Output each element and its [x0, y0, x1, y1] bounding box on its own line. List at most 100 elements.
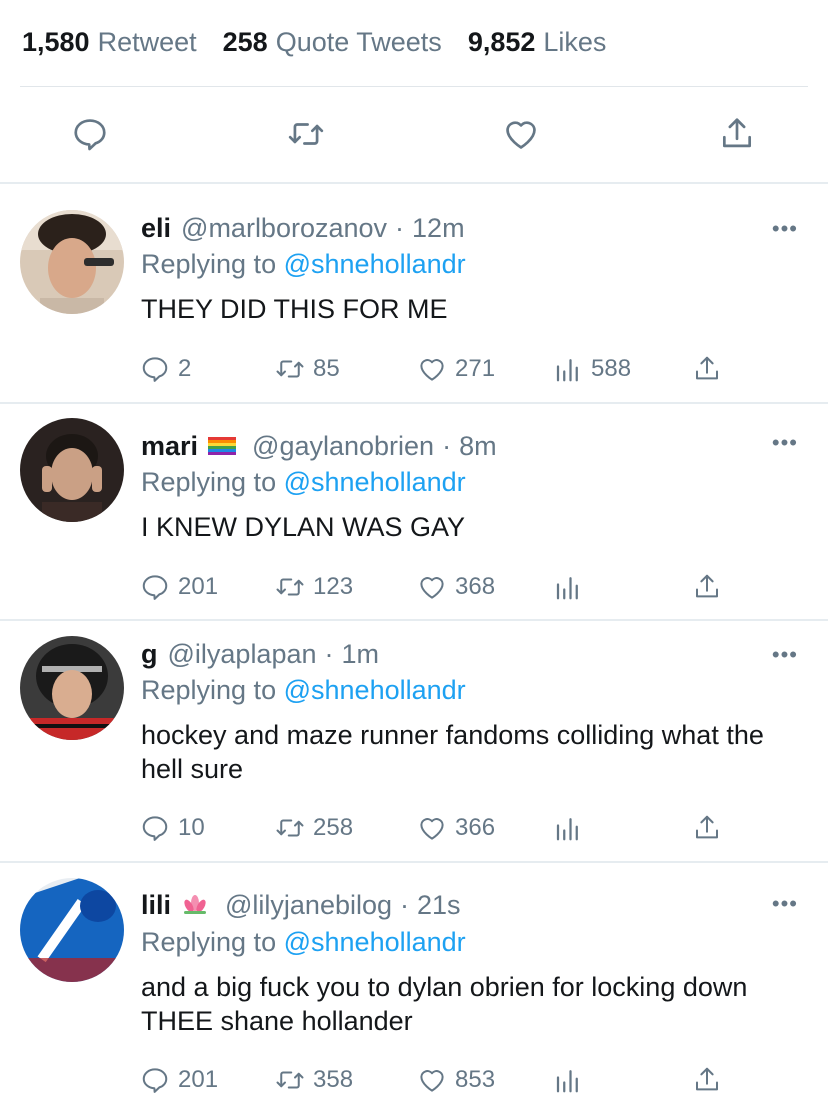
retweet-icon — [288, 123, 324, 145]
likes-count-link[interactable]: 9,852 Likes — [468, 27, 607, 58]
mention-link[interactable]: @shnehollandr — [284, 249, 466, 279]
lotus-icon — [181, 895, 209, 915]
retweet-icon — [276, 578, 304, 596]
more-options-icon[interactable]: ••• — [772, 891, 798, 917]
analytics-icon — [556, 359, 578, 382]
like-button[interactable] — [497, 110, 545, 158]
more-options-icon[interactable]: ••• — [772, 642, 798, 668]
mention-link[interactable]: @shnehollandr — [284, 927, 466, 957]
heart-icon — [420, 818, 444, 840]
reply-tweet[interactable]: g @ilyaplapan · 1m ••• Replying to @shne… — [0, 621, 828, 861]
views-button[interactable] — [553, 1063, 591, 1097]
share-button[interactable] — [692, 811, 730, 845]
reply-actions: 2 85 271 588 — [140, 352, 740, 386]
analytics-icon — [556, 818, 578, 841]
mention-link[interactable]: @shnehollandr — [284, 675, 466, 705]
retweet-button[interactable]: 123 — [275, 570, 353, 604]
share-icon — [696, 1067, 718, 1091]
reply-tweet[interactable]: lili @lilyjanebilog · 21s ••• Replying t… — [0, 863, 828, 1109]
like-button[interactable]: 368 — [417, 570, 495, 604]
comment-count: 10 — [178, 814, 205, 841]
replying-prefix: Replying to — [141, 927, 277, 957]
retweet-button[interactable] — [282, 110, 330, 158]
reply-button[interactable]: 2 — [140, 352, 191, 386]
reply-button[interactable] — [66, 110, 114, 158]
share-icon — [696, 815, 718, 839]
retweet-count: 258 — [313, 814, 354, 841]
comment-icon — [142, 357, 168, 382]
replying-to: Replying to @shnehollandr — [141, 249, 466, 280]
retweet-count-link[interactable]: 1,580 Retweet — [22, 27, 197, 58]
reply-actions: 10 258 366 — [140, 811, 740, 845]
share-icon — [722, 118, 752, 148]
views-button[interactable] — [553, 570, 591, 604]
share-button[interactable] — [692, 1063, 730, 1097]
like-button[interactable]: 271 — [417, 352, 495, 386]
timestamp[interactable]: 1m — [342, 639, 380, 670]
reply-tweet[interactable]: eli @marlborozanov · 12m ••• Replying to… — [0, 184, 828, 402]
display-name[interactable]: lili — [141, 890, 171, 921]
like-button[interactable]: 366 — [417, 811, 495, 845]
reply-button[interactable]: 201 — [140, 570, 218, 604]
reply-actions: 201 123 368 — [140, 570, 740, 604]
like-count: 271 — [455, 355, 496, 382]
reply-text: THEY DID THIS FOR ME — [141, 294, 448, 324]
retweet-button[interactable]: 85 — [275, 352, 340, 386]
like-button[interactable]: 853 — [417, 1063, 495, 1097]
reply-button[interactable]: 201 — [140, 1063, 218, 1097]
display-name[interactable]: g — [141, 639, 158, 670]
separator-dot: · — [400, 889, 410, 920]
views-button[interactable]: 588 — [553, 352, 631, 386]
timestamp[interactable]: 8m — [459, 431, 497, 462]
heart-icon — [506, 121, 536, 149]
comment-icon — [74, 119, 106, 151]
avatar[interactable] — [20, 636, 124, 740]
like-count: 853 — [455, 1066, 496, 1093]
tweet-action-bar — [0, 110, 828, 158]
display-name[interactable]: mari — [141, 431, 198, 462]
display-name[interactable]: eli — [141, 213, 171, 244]
quote-count-link[interactable]: 258 Quote Tweets — [223, 27, 442, 58]
replying-to: Replying to @shnehollandr — [141, 467, 466, 498]
retweet-count: 358 — [313, 1066, 354, 1093]
avatar[interactable] — [20, 418, 124, 522]
reply-text: hockey and maze runner fandoms colliding… — [141, 720, 764, 784]
comment-icon — [142, 575, 168, 600]
quote-label: Quote Tweets — [275, 26, 442, 57]
retweet-icon — [276, 819, 304, 837]
share-button[interactable] — [713, 110, 761, 158]
separator-dot: · — [442, 430, 452, 461]
retweet-count: 123 — [313, 573, 354, 600]
avatar[interactable] — [20, 878, 124, 982]
share-button[interactable] — [692, 570, 730, 604]
more-options-icon[interactable]: ••• — [772, 430, 798, 456]
share-button[interactable] — [692, 352, 730, 386]
retweet-count: 1,580 — [22, 26, 90, 57]
mention-link[interactable]: @shnehollandr — [284, 467, 466, 497]
quote-count: 258 — [222, 26, 268, 57]
user-handle[interactable]: @ilyaplapan — [168, 639, 317, 670]
user-handle[interactable]: @marlborozanov — [181, 213, 387, 244]
user-handle[interactable]: @gaylanobrien — [252, 431, 434, 462]
likes-count: 9,852 — [467, 26, 536, 57]
reply-tweet[interactable]: mari @gaylanobrien · 8m ••• Replying to … — [0, 404, 828, 620]
retweet-button[interactable]: 258 — [275, 811, 353, 845]
replying-prefix: Replying to — [141, 467, 277, 497]
avatar[interactable] — [20, 210, 124, 314]
retweet-button[interactable]: 358 — [275, 1063, 353, 1097]
views-button[interactable] — [553, 811, 591, 845]
separator-dot: · — [395, 212, 405, 243]
timestamp[interactable]: 21s — [417, 890, 461, 921]
more-options-icon[interactable]: ••• — [772, 216, 798, 242]
timestamp[interactable]: 12m — [412, 213, 465, 244]
rainbow-flag-icon — [208, 437, 237, 455]
comment-count: 2 — [178, 355, 192, 382]
user-handle[interactable]: @lilyjanebilog — [225, 890, 392, 921]
replying-to: Replying to @shnehollandr — [141, 675, 466, 706]
heart-icon — [420, 577, 444, 599]
reply-button[interactable]: 10 — [140, 811, 205, 845]
separator-dot: · — [324, 638, 334, 669]
like-count: 368 — [455, 573, 496, 600]
reply-text: I KNEW DYLAN WAS GAY — [141, 512, 466, 542]
like-count: 366 — [455, 814, 496, 841]
